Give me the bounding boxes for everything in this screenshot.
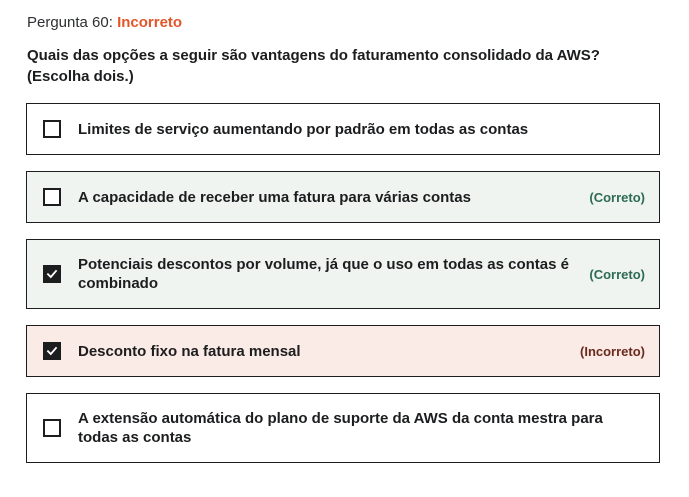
incorrect-badge: (Incorreto) (580, 343, 645, 359)
question-number: Pergunta 60: (27, 14, 113, 31)
answer-option-label: Potenciais descontos por volume, já que … (78, 256, 569, 292)
question-instruction: (Escolha dois.) (27, 68, 134, 85)
checkmark-icon (46, 346, 58, 356)
result-status: Incorreto (117, 14, 183, 31)
answer-option-correct[interactable]: Potenciais descontos por volume, já que … (26, 239, 660, 309)
checkbox-checked[interactable] (43, 342, 61, 360)
question-text: Quais das opções a seguir são vantagens … (27, 45, 647, 87)
correct-badge: (Correto) (589, 189, 645, 205)
answer-options: Limites de serviço aumentando por padrão… (26, 103, 660, 479)
correct-badge: (Correto) (589, 266, 645, 282)
answer-option-incorrect[interactable]: Desconto fixo na fatura mensal (Incorret… (26, 325, 660, 377)
checkmark-icon (46, 269, 58, 279)
answer-option-label: Limites de serviço aumentando por padrão… (78, 120, 529, 138)
question-header: Pergunta 60: Incorreto (27, 13, 182, 33)
question-prompt: Quais das opções a seguir são vantagens … (27, 47, 600, 64)
answer-option[interactable]: A extensão automática do plano de suport… (26, 393, 660, 463)
answer-option-label: A capacidade de receber uma fatura para … (78, 188, 471, 206)
checkbox[interactable] (43, 188, 61, 206)
answer-option-label: A extensão automática do plano de suport… (78, 410, 603, 446)
checkbox-checked[interactable] (43, 265, 61, 283)
answer-option-correct[interactable]: A capacidade de receber uma fatura para … (26, 171, 660, 223)
answer-option-label: Desconto fixo na fatura mensal (78, 342, 301, 360)
checkbox[interactable] (43, 120, 61, 138)
checkbox[interactable] (43, 419, 61, 437)
answer-option[interactable]: Limites de serviço aumentando por padrão… (26, 103, 660, 155)
